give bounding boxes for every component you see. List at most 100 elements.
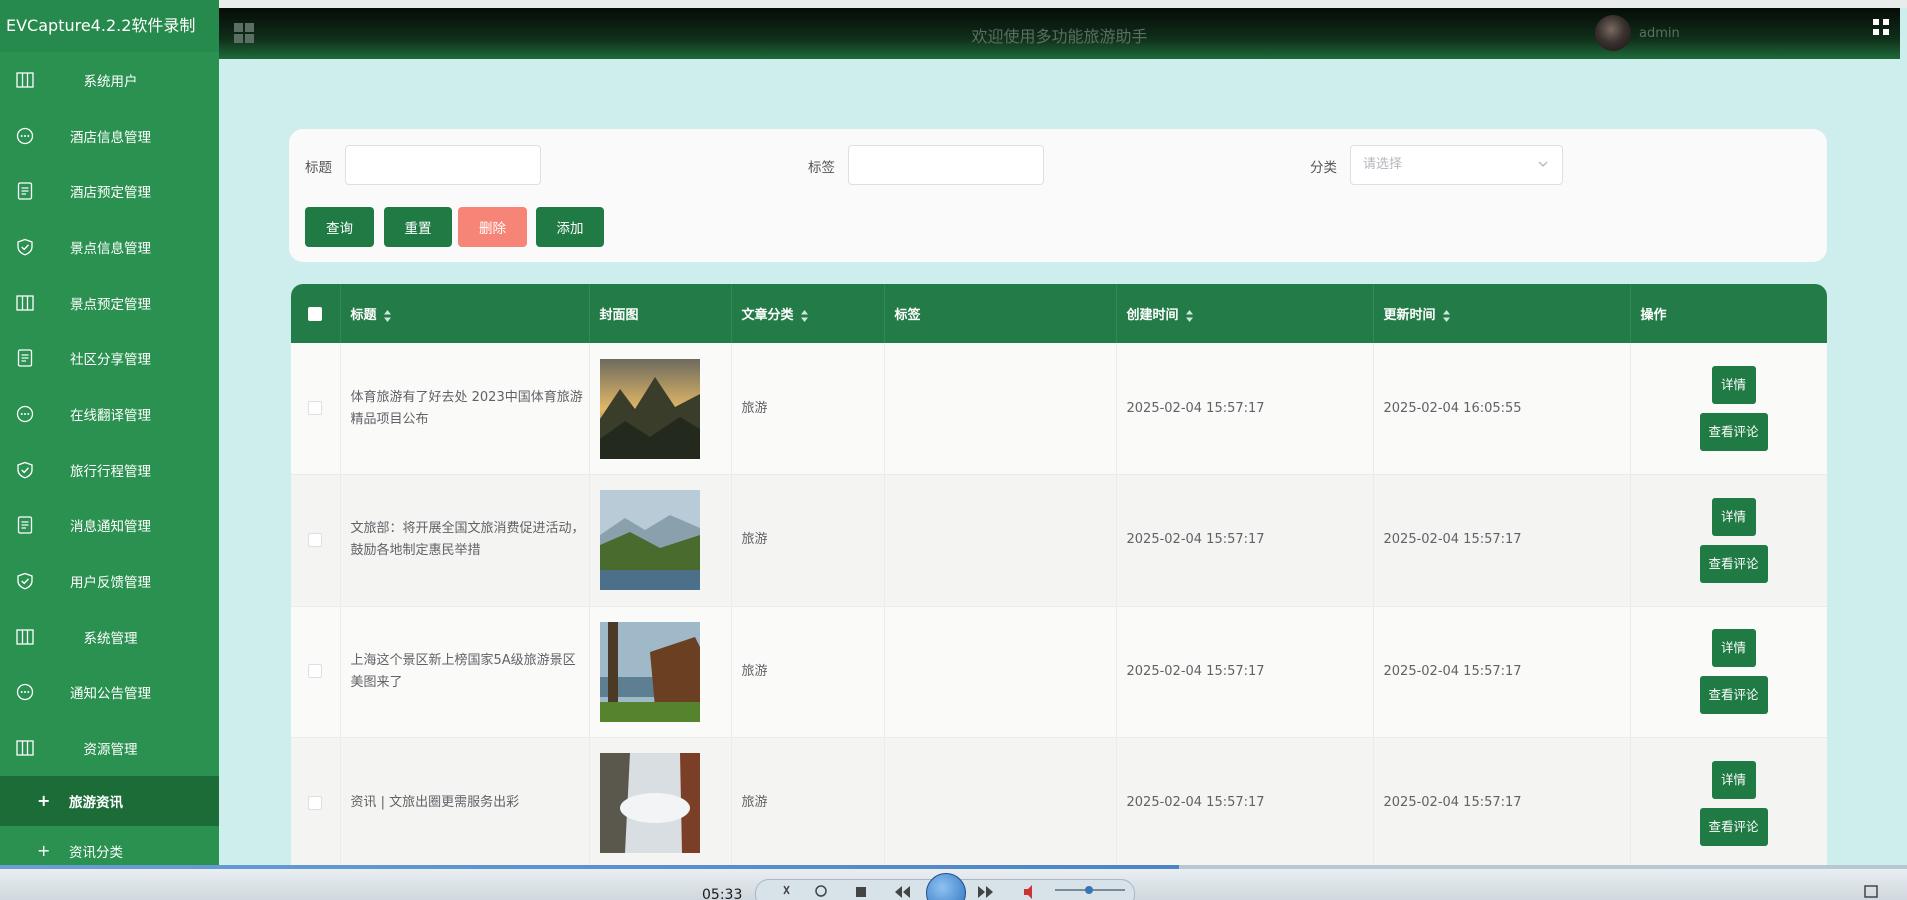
detail-button[interactable]: 详情: [1711, 629, 1756, 668]
sidebar-item[interactable]: 消息通知管理: [0, 498, 219, 554]
reset-button[interactable]: 重置: [384, 207, 452, 247]
row-updated: 2025-02-04 15:57:17: [1373, 474, 1631, 606]
row-actions: 详情 查看评论: [1630, 343, 1827, 475]
view-comments-button[interactable]: 查看评论: [1699, 413, 1768, 451]
fast-forward-icon[interactable]: [977, 881, 995, 899]
fullscreen-icon[interactable]: [1872, 18, 1890, 36]
row-action-group: 详情 查看评论: [1641, 366, 1827, 451]
add-button[interactable]: 添加: [536, 207, 604, 247]
volume-slider[interactable]: [1055, 885, 1125, 895]
category-select[interactable]: 请选择: [1350, 145, 1563, 185]
sidebar-item[interactable]: 景点信息管理: [0, 219, 219, 275]
column-created-label: 创建时间: [1126, 308, 1179, 323]
row-title: 资讯 | 文旅出圈更需服务出彩: [340, 737, 590, 869]
sort-icon[interactable]: [800, 309, 809, 323]
cover-image[interactable]: [599, 490, 731, 591]
chat-icon: [15, 126, 35, 146]
detail-button[interactable]: 详情: [1711, 497, 1756, 536]
column-header-created[interactable]: 创建时间: [1116, 284, 1374, 343]
stop-icon[interactable]: [852, 881, 870, 899]
view-comments-button[interactable]: 查看评论: [1699, 676, 1768, 715]
row-category: 旅游: [731, 343, 885, 475]
select-all-cell: [291, 284, 341, 343]
column-header-cover: 封面图: [589, 284, 732, 343]
column-header-updated[interactable]: 更新时间: [1373, 284, 1631, 343]
sidebar-menu: 系统用户 酒店信息管理 酒店预定管理 景点信息管理 景点预定管理 社区分享管理 在线翻译管理…: [0, 52, 219, 876]
row-updated: 2025-02-04 15:57:17: [1373, 606, 1631, 738]
row-title: 体育旅游有了好去处 2023中国体育旅游精品项目公布: [340, 343, 590, 475]
sidebar-item[interactable]: 社区分享管理: [0, 330, 219, 386]
detail-button[interactable]: 详情: [1711, 366, 1756, 404]
column-header-tag: 标签: [884, 284, 1117, 343]
table-row[interactable]: 体育旅游有了好去处 2023中国体育旅游精品项目公布 旅游 2025-02-04 1…: [291, 343, 1827, 475]
column-tag-label: 标签: [894, 308, 921, 323]
sidebar-item[interactable]: 系统管理: [0, 609, 219, 665]
tag-filter-input[interactable]: [848, 145, 1044, 185]
row-action-group: 详情 查看评论: [1641, 760, 1827, 846]
play-button[interactable]: [926, 873, 966, 900]
row-category: 旅游: [731, 474, 885, 606]
column-actions-label: 操作: [1640, 308, 1667, 323]
row-tag: [884, 737, 1117, 869]
username-label[interactable]: admin: [1639, 26, 1680, 41]
sidebar-item[interactable]: 在线翻译管理: [0, 386, 219, 442]
row-actions: 详情 查看评论: [1630, 474, 1827, 606]
view-comments-button[interactable]: 查看评论: [1699, 544, 1768, 583]
sidebar: EVCapture4.2.2软件录制 系统用户 酒店信息管理 酒店预定管理 景点信息管…: [0, 0, 219, 900]
document-icon: [15, 181, 35, 201]
row-updated: 2025-02-04 15:57:17: [1373, 737, 1631, 869]
expand-icon[interactable]: [1862, 881, 1880, 899]
row-checkbox[interactable]: [308, 532, 323, 547]
sidebar-item[interactable]: 酒店预定管理: [0, 163, 219, 219]
row-updated: 2025-02-04 16:05:55: [1373, 343, 1631, 475]
view-comments-button[interactable]: 查看评论: [1699, 807, 1768, 846]
document-icon: [15, 515, 35, 535]
sidebar-item[interactable]: 酒店信息管理: [0, 108, 219, 164]
query-button[interactable]: 查询: [305, 207, 374, 247]
repeat-icon[interactable]: [812, 881, 830, 899]
row-checkbox[interactable]: [308, 664, 323, 679]
sidebar-item[interactable]: 用户反馈管理: [0, 553, 219, 609]
table-body: 体育旅游有了好去处 2023中国体育旅游精品项目公布 旅游 2025-02-04 1…: [291, 343, 1827, 869]
tag-filter-label: 标签: [808, 160, 835, 176]
sidebar-item[interactable]: 通知公告管理: [0, 665, 219, 721]
detail-button[interactable]: 详情: [1711, 760, 1756, 799]
header: 欢迎使用多功能旅游助手 admin: [219, 8, 1900, 59]
sidebar-item[interactable]: 资源管理: [0, 720, 219, 776]
table-row[interactable]: 文旅部：将开展全国文旅消费促进活动，鼓励各地制定惠民举措 旅游 2025-02-04…: [291, 474, 1827, 606]
table-row[interactable]: 上海这个景区新上榜国家5A级旅游景区 美图来了 旅游 2025-02-04 15:5…: [291, 606, 1827, 738]
row-tag: [884, 343, 1117, 475]
row-checkbox[interactable]: [308, 401, 323, 415]
chevron-down-icon: [1538, 161, 1548, 167]
title-filter-label: 标题: [305, 160, 332, 176]
sidebar-item[interactable]: 景点预定管理: [0, 275, 219, 331]
table-icon: [15, 627, 35, 647]
cover-image[interactable]: [599, 753, 731, 854]
row-cover-cell: [589, 474, 732, 606]
chat-icon: [15, 404, 35, 424]
sort-icon[interactable]: [383, 309, 392, 323]
avatar[interactable]: [1595, 15, 1631, 51]
row-cover-cell: [589, 737, 732, 869]
sort-icon[interactable]: [1185, 309, 1194, 323]
sidebar-item[interactable]: 旅行行程管理: [0, 442, 219, 498]
delete-button[interactable]: 删除: [458, 207, 527, 247]
column-header-category[interactable]: 文章分类: [731, 284, 885, 343]
table-row[interactable]: 资讯 | 文旅出圈更需服务出彩 旅游 2025-02-04 15:57:17 2025…: [291, 737, 1827, 869]
sort-icon[interactable]: [1442, 309, 1451, 323]
row-action-group: 详情 查看评论: [1641, 629, 1827, 715]
shuffle-icon[interactable]: [782, 881, 800, 899]
mute-icon[interactable]: [1022, 881, 1040, 899]
cover-image[interactable]: [599, 621, 731, 722]
title-filter-input[interactable]: [345, 145, 541, 185]
select-all-checkbox[interactable]: [308, 306, 323, 321]
row-checkbox[interactable]: [308, 795, 323, 810]
cover-image[interactable]: [599, 358, 731, 459]
shield-icon: [15, 571, 35, 591]
rewind-icon[interactable]: [893, 881, 911, 899]
sidebar-subitem[interactable]: + 旅游资讯: [0, 775, 219, 826]
column-header-title[interactable]: 标题: [340, 284, 590, 343]
row-cover-cell: [589, 606, 732, 738]
sidebar-item[interactable]: 系统用户: [0, 52, 219, 108]
column-category-label: 文章分类: [741, 308, 794, 323]
